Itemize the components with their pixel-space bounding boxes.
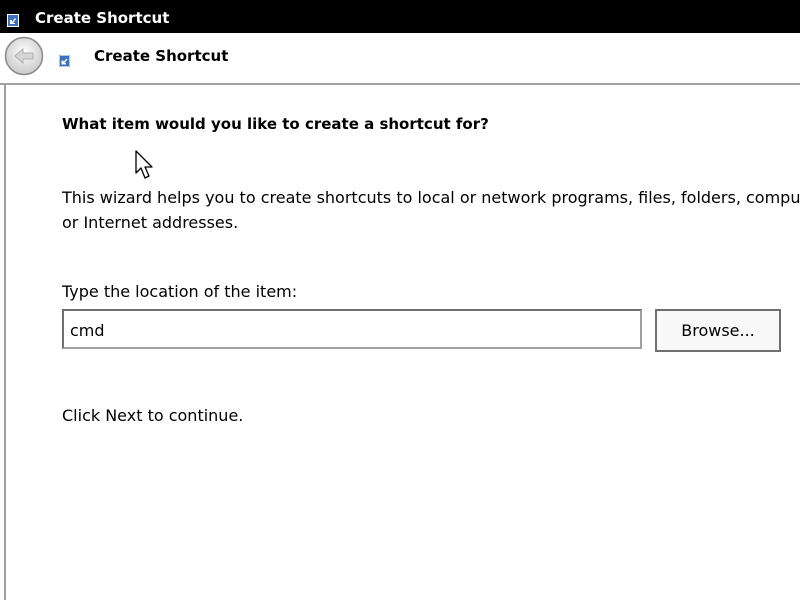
shortcut-icon (59, 55, 70, 67)
wizard-title: Create Shortcut (94, 47, 229, 65)
back-arrow-icon[interactable] (4, 36, 44, 76)
shortcut-icon (7, 14, 19, 27)
location-input[interactable] (62, 309, 642, 349)
mouse-cursor-icon (135, 150, 153, 179)
title-bar[interactable]: Create Shortcut (0, 0, 800, 33)
wizard-content: What item would you like to create a sho… (4, 85, 800, 600)
continue-hint: Click Next to continue. (62, 406, 244, 425)
wizard-description: This wizard helps you to create shortcut… (62, 185, 800, 235)
wizard-header: Create Shortcut (0, 33, 800, 85)
location-label: Type the location of the item: (62, 282, 298, 301)
page-heading: What item would you like to create a sho… (62, 115, 489, 133)
browse-button[interactable]: Browse... (655, 309, 781, 352)
window-title: Create Shortcut (35, 9, 170, 27)
create-shortcut-window: Create Shortcut Create Shortcut What ite… (0, 0, 800, 600)
description-line: or Internet addresses. (62, 213, 239, 232)
description-line: This wizard helps you to create shortcut… (62, 188, 800, 207)
